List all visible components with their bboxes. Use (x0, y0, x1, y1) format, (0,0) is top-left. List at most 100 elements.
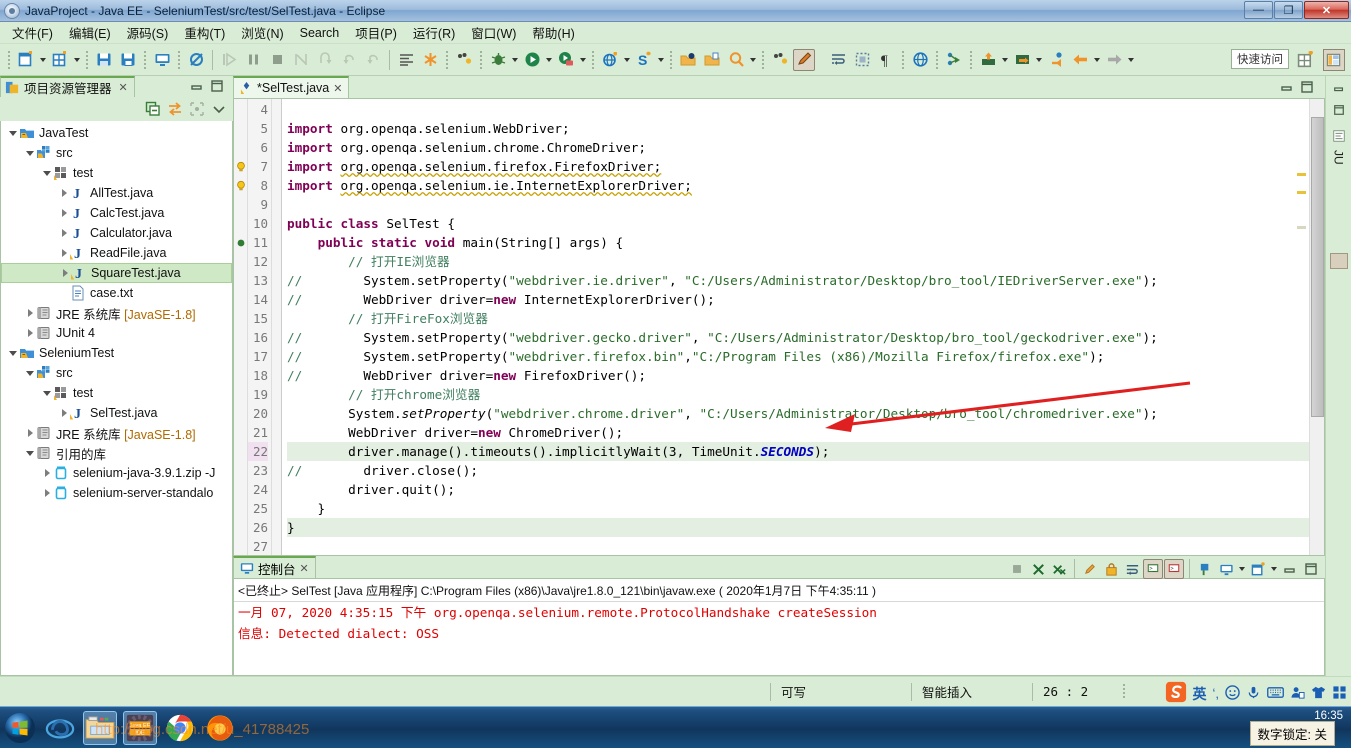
step-return-alt-icon[interactable] (362, 49, 384, 71)
expand-arrow-closed-icon[interactable] (24, 309, 36, 317)
tree-item-junit4[interactable]: JUnit 4 (1, 323, 232, 343)
open-task-icon[interactable] (701, 49, 723, 71)
step-over-icon[interactable] (314, 49, 336, 71)
search-caret[interactable] (748, 49, 758, 71)
open-perspective-button[interactable] (1295, 49, 1317, 71)
minimize-editor-icon[interactable] (1279, 80, 1295, 97)
expand-arrow-open-icon[interactable] (41, 170, 53, 176)
tree-item-javatest[interactable]: JavaTest (1, 123, 232, 143)
tree-item-seleniumjava391zipj[interactable]: selenium-java-3.9.1.zip -J (1, 463, 232, 483)
tree-item-calculatorjava[interactable]: J Calculator.java (1, 223, 232, 243)
tree-item-jre[interactable]: JRE 系统库 [JavaSE-1.8] (1, 423, 232, 443)
open-perspective-icon[interactable] (151, 49, 173, 71)
run-caret[interactable] (544, 49, 554, 71)
menu-help[interactable]: 帮助(H) (524, 21, 582, 44)
expand-arrow-closed-icon[interactable] (41, 489, 53, 497)
javaee-perspective-button[interactable] (1323, 49, 1345, 71)
code-line[interactable]: } (287, 499, 1324, 518)
expand-arrow-open-icon[interactable] (7, 350, 19, 356)
expand-arrow-closed-icon[interactable] (58, 409, 70, 417)
status-drag-handle[interactable] (1123, 683, 1125, 700)
code-line[interactable]: driver.quit(); (287, 480, 1324, 499)
console-tab-close[interactable]: ✕ (300, 562, 309, 575)
export-icon[interactable] (977, 49, 999, 71)
tree-item-casetxt[interactable]: case.txt (1, 283, 232, 303)
new-grid-caret[interactable] (72, 49, 82, 71)
console-tab[interactable]: 控制台 ✕ (233, 556, 316, 578)
open-console-icon[interactable] (1248, 559, 1268, 579)
show-whitespace-chars-icon[interactable]: ¶ (875, 49, 897, 71)
resume-icon[interactable] (218, 49, 240, 71)
maximize-editor-icon[interactable] (1299, 80, 1315, 97)
show-whitespace-icon[interactable] (395, 49, 417, 71)
debug-last-icon[interactable] (453, 49, 475, 71)
new-wizard-icon[interactable] (15, 49, 37, 71)
web-browser-icon[interactable] (909, 49, 931, 71)
expand-arrow-closed-icon[interactable] (58, 249, 70, 257)
editor-tab-seltest[interactable]: *SelTest.java ✕ (233, 76, 350, 98)
toggle-word-wrap-icon[interactable] (827, 49, 849, 71)
expand-arrow-closed-icon[interactable] (58, 209, 70, 217)
minimize-button[interactable]: — (1244, 1, 1273, 19)
link-icon[interactable] (943, 49, 965, 71)
pin-console-icon[interactable] (1195, 559, 1215, 579)
menu-project[interactable]: 项目(P) (347, 21, 405, 44)
expand-arrow-open-icon[interactable] (24, 370, 36, 376)
open-type-icon[interactable] (677, 49, 699, 71)
menu-run[interactable]: 运行(R) (405, 21, 463, 44)
taskbar-explorer[interactable] (83, 710, 117, 745)
code-line[interactable]: import org.openqa.selenium.ie.InternetEx… (287, 176, 1324, 195)
code-line[interactable]: // 打开FireFox浏览器 (287, 309, 1324, 328)
tree-item-jre[interactable]: JRE 系统库 [JavaSE-1.8] (1, 303, 232, 323)
menu-search[interactable]: Search (292, 24, 348, 42)
new-web-caret[interactable] (622, 49, 632, 71)
project-explorer-tab-close[interactable]: ✕ (119, 81, 128, 94)
taskbar-ie[interactable] (43, 711, 77, 745)
code-line[interactable]: // WebDriver driver=new InternetExplorer… (287, 290, 1324, 309)
code-line[interactable]: // 打开IE浏览器 (287, 252, 1324, 271)
editor-marker-column[interactable] (234, 99, 248, 555)
show-console-on-output-icon[interactable]: >_ (1143, 559, 1163, 579)
ime-voice-icon[interactable] (1246, 685, 1261, 703)
word-wrap-icon[interactable] (1122, 559, 1142, 579)
expand-arrow-open-icon[interactable] (41, 390, 53, 396)
outline-view-label[interactable]: JU (1332, 150, 1346, 165)
tree-item-squaretestjava[interactable]: J SquareTest.java (1, 263, 232, 283)
debug-icon[interactable] (487, 49, 509, 71)
code-line[interactable]: import org.openqa.selenium.firefox.Firef… (287, 157, 1324, 176)
search-icon[interactable] (725, 49, 747, 71)
back-arrow-icon[interactable] (1069, 49, 1091, 71)
expand-arrow-open-icon[interactable] (24, 450, 36, 456)
back-caret[interactable] (1092, 49, 1102, 71)
new-web-project-icon[interactable] (599, 49, 621, 71)
external-tools-icon[interactable] (769, 49, 791, 71)
editor-code-content[interactable]: import org.openqa.selenium.WebDriver; imp… (282, 99, 1324, 555)
import-icon[interactable] (1011, 49, 1033, 71)
maximize-icon[interactable] (1301, 559, 1321, 579)
maximize-view-icon[interactable] (209, 79, 225, 93)
tree-item-seleniumserverstandalo[interactable]: selenium-server-standalo (1, 483, 232, 503)
new-server-icon[interactable]: S (633, 49, 655, 71)
expand-arrow-open-icon[interactable] (24, 150, 36, 156)
tree-item-seleniumtest[interactable]: SeleniumTest (1, 343, 232, 363)
clear-console-icon[interactable] (1080, 559, 1100, 579)
tree-item-test[interactable]: test (1, 163, 232, 183)
export-caret[interactable] (1000, 49, 1010, 71)
code-line[interactable]: import org.openqa.selenium.chrome.Chrome… (287, 138, 1324, 157)
start-button[interactable] (3, 711, 37, 745)
code-line[interactable] (287, 100, 1324, 119)
ime-toolbox-icon[interactable] (1332, 685, 1347, 703)
minimize-icon[interactable] (1280, 559, 1300, 579)
code-line[interactable]: WebDriver driver=new ChromeDriver(); (287, 423, 1324, 442)
editor-folding-column[interactable] (272, 99, 282, 555)
tree-item-[interactable]: 引用的库 (1, 443, 232, 463)
display-console-caret[interactable] (1237, 558, 1247, 580)
taskbar-firefox[interactable] (203, 711, 237, 745)
sogou-logo-icon[interactable] (1165, 681, 1187, 706)
lock-scroll-icon[interactable] (1101, 559, 1121, 579)
minimize-view-icon[interactable] (189, 79, 205, 93)
open-console-caret[interactable] (1269, 558, 1279, 580)
debug-caret[interactable] (510, 49, 520, 71)
code-line[interactable]: import org.openqa.selenium.WebDriver; (287, 119, 1324, 138)
toggle-mark-occurrences-icon[interactable] (419, 49, 441, 71)
